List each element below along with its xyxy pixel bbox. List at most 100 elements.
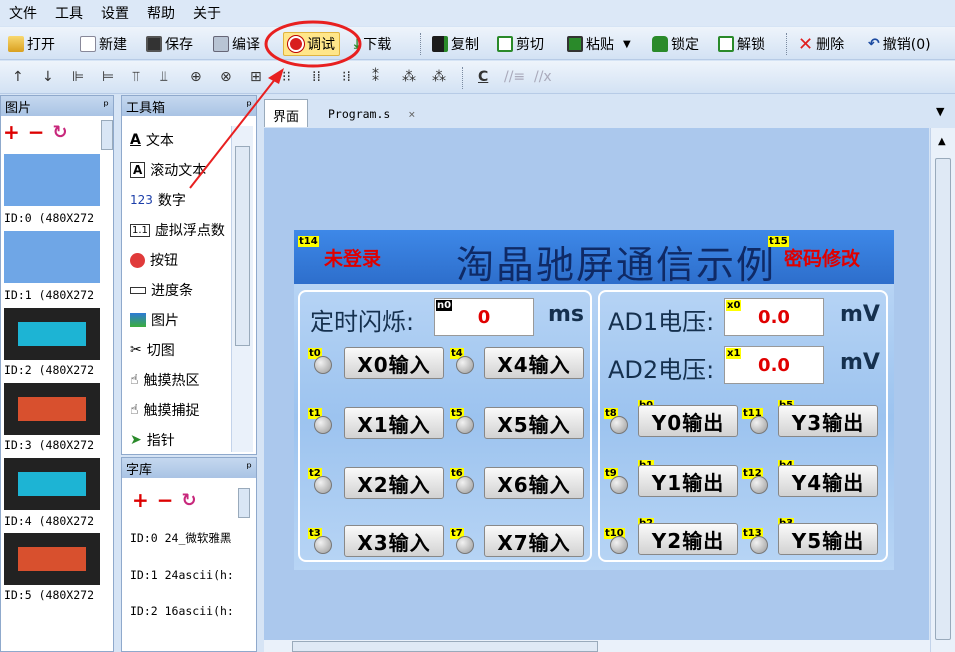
new-button[interactable]: 新建 [80,32,127,56]
chevron-down-icon[interactable]: ▼ [623,39,631,50]
align-left-icon[interactable]: ⊫ [72,69,84,85]
x5-input-button[interactable]: X5输入 [484,407,584,439]
compile-button[interactable]: 编译 [213,32,260,56]
equal-height-icon[interactable]: ⁝⁞ [342,69,351,85]
tool-touch-capture[interactable]: ☝ 触摸捕捉 [130,400,200,420]
font-item[interactable]: ID:1 24ascii(h: [130,568,234,582]
unlock-button[interactable]: 解锁 [718,32,765,56]
y4-output-button[interactable]: Y4输出 [778,465,878,497]
scroll-thumb[interactable] [292,641,598,652]
comment-icon[interactable]: //≡ [504,69,525,85]
scroll-thumb[interactable] [235,146,250,346]
debug-button[interactable]: 调试 [283,32,340,56]
refresh-icon[interactable]: ↻ [53,122,68,143]
tool-scroll-text[interactable]: A 滚动文本 [130,160,206,180]
tool-picture[interactable]: 图片 [130,310,179,330]
center-icon[interactable]: ⊞ [250,69,262,85]
move-down-icon[interactable]: ↓ [42,69,54,85]
uncomment-icon[interactable]: //x [534,69,552,85]
y5-output-button[interactable]: Y5输出 [778,523,878,555]
picture-thumb-0[interactable] [4,154,100,206]
tab-program[interactable]: Program.s × [320,99,423,127]
x2-input-button[interactable]: X2输入 [344,467,444,499]
menu-help[interactable]: 帮助 [138,3,184,23]
y1-output-button[interactable]: Y1输出 [638,465,738,497]
add-icon[interactable]: + [3,120,20,144]
tab-dropdown-icon[interactable]: ▼ [936,105,944,118]
font-item[interactable]: ID:2 16ascii(h: [130,604,234,618]
save-button[interactable]: 保存 [146,32,193,56]
close-icon[interactable]: × [408,107,415,121]
indicator-led [456,416,474,434]
remove-icon[interactable]: − [28,120,45,144]
y0-output-button[interactable]: Y0输出 [638,405,738,437]
distribute-v-icon[interactable]: ⁑ [372,69,379,85]
login-status[interactable]: 未登录 [324,244,381,271]
move-up-icon[interactable]: ↑ [12,69,24,85]
picture-thumb-3[interactable] [4,383,100,435]
scroll-handle[interactable] [101,120,113,150]
align-top-icon[interactable]: ⫪ [132,69,140,85]
scroll-thumb[interactable] [935,158,951,640]
tool-crop[interactable]: ✂ 切图 [130,340,175,360]
canvas-hscrollbar[interactable] [264,640,930,652]
distribute-h-icon[interactable]: ⁝⁝ [282,69,291,85]
menu-settings[interactable]: 设置 [92,3,138,23]
scroll-handle[interactable] [238,488,250,518]
picture-thumb-2[interactable] [4,308,100,360]
scroll-up-icon[interactable]: ▲ [938,136,946,147]
picture-thumb-5[interactable] [4,533,100,585]
center-v-icon[interactable]: ⊗ [220,69,232,85]
password-change[interactable]: 密码修改 [784,244,860,271]
space-h-icon[interactable]: ⁂ [432,69,446,85]
toolbar-separator [786,33,788,55]
align-right-icon[interactable]: ⊨ [102,69,114,85]
pin-icon[interactable]: ᵖ [103,99,109,114]
cut-button[interactable]: 剪切 [497,32,544,56]
tool-progress[interactable]: 进度条 [130,280,193,300]
copy-button[interactable]: 复制 [432,32,479,56]
add-icon[interactable]: + [132,488,149,512]
align-bottom-icon[interactable]: ⫫ [160,69,168,85]
paste-button[interactable]: 粘贴 ▼ [567,32,631,56]
tag-x0: x0 [726,300,742,311]
canvas-vscrollbar[interactable]: ▲ [930,128,955,652]
remove-icon[interactable]: − [157,488,174,512]
c-button[interactable]: C [478,69,488,85]
tool-button[interactable]: 按钮 [130,250,178,270]
x3-input-button[interactable]: X3输入 [344,525,444,557]
x0-input-button[interactable]: X0输入 [344,347,444,379]
y2-output-button[interactable]: Y2输出 [638,523,738,555]
pin-icon[interactable]: ᵖ [246,461,252,476]
menu-file[interactable]: 文件 [0,3,46,23]
pin-icon[interactable]: ᵖ [246,99,252,114]
space-v-icon[interactable]: ⁂ [402,69,416,85]
download-button[interactable]: ⤓ 下载 [354,32,391,56]
tab-interface[interactable]: 界面 [264,99,309,127]
font-item[interactable]: ID:0 24_微软雅黑 [130,530,231,546]
refresh-icon[interactable]: ↻ [182,490,197,511]
picture-thumb-1[interactable] [4,231,100,283]
equal-width-icon[interactable]: ⁞⁞ [312,69,321,85]
lock-button[interactable]: 锁定 [652,32,699,56]
undo-button[interactable]: ↶ 撤销(0) [868,32,931,56]
y3-output-button[interactable]: Y3输出 [778,405,878,437]
open-button[interactable]: 打开 [8,32,55,56]
x6-input-button[interactable]: X6输入 [484,467,584,499]
tool-number[interactable]: 123 数字 [130,190,186,210]
picture-thumb-4[interactable] [4,458,100,510]
tool-float[interactable]: 1.1 虚拟浮点数 [130,220,225,240]
menu-tools[interactable]: 工具 [46,3,92,23]
delete-button[interactable]: ✕ 删除 [798,32,844,56]
tool-pointer[interactable]: ➤ 指针 [130,430,175,450]
compile-icon [213,36,229,52]
x4-input-button[interactable]: X4输入 [484,347,584,379]
toolbox-scrollbar[interactable] [231,126,253,452]
mv-unit: mV [840,350,880,375]
menu-about[interactable]: 关于 [184,3,230,23]
center-h-icon[interactable]: ⊕ [190,69,202,85]
x7-input-button[interactable]: X7输入 [484,525,584,557]
tool-touch-area[interactable]: ☝ 触摸热区 [130,370,200,390]
x1-input-button[interactable]: X1输入 [344,407,444,439]
tool-text[interactable]: A 文本 [130,130,174,150]
